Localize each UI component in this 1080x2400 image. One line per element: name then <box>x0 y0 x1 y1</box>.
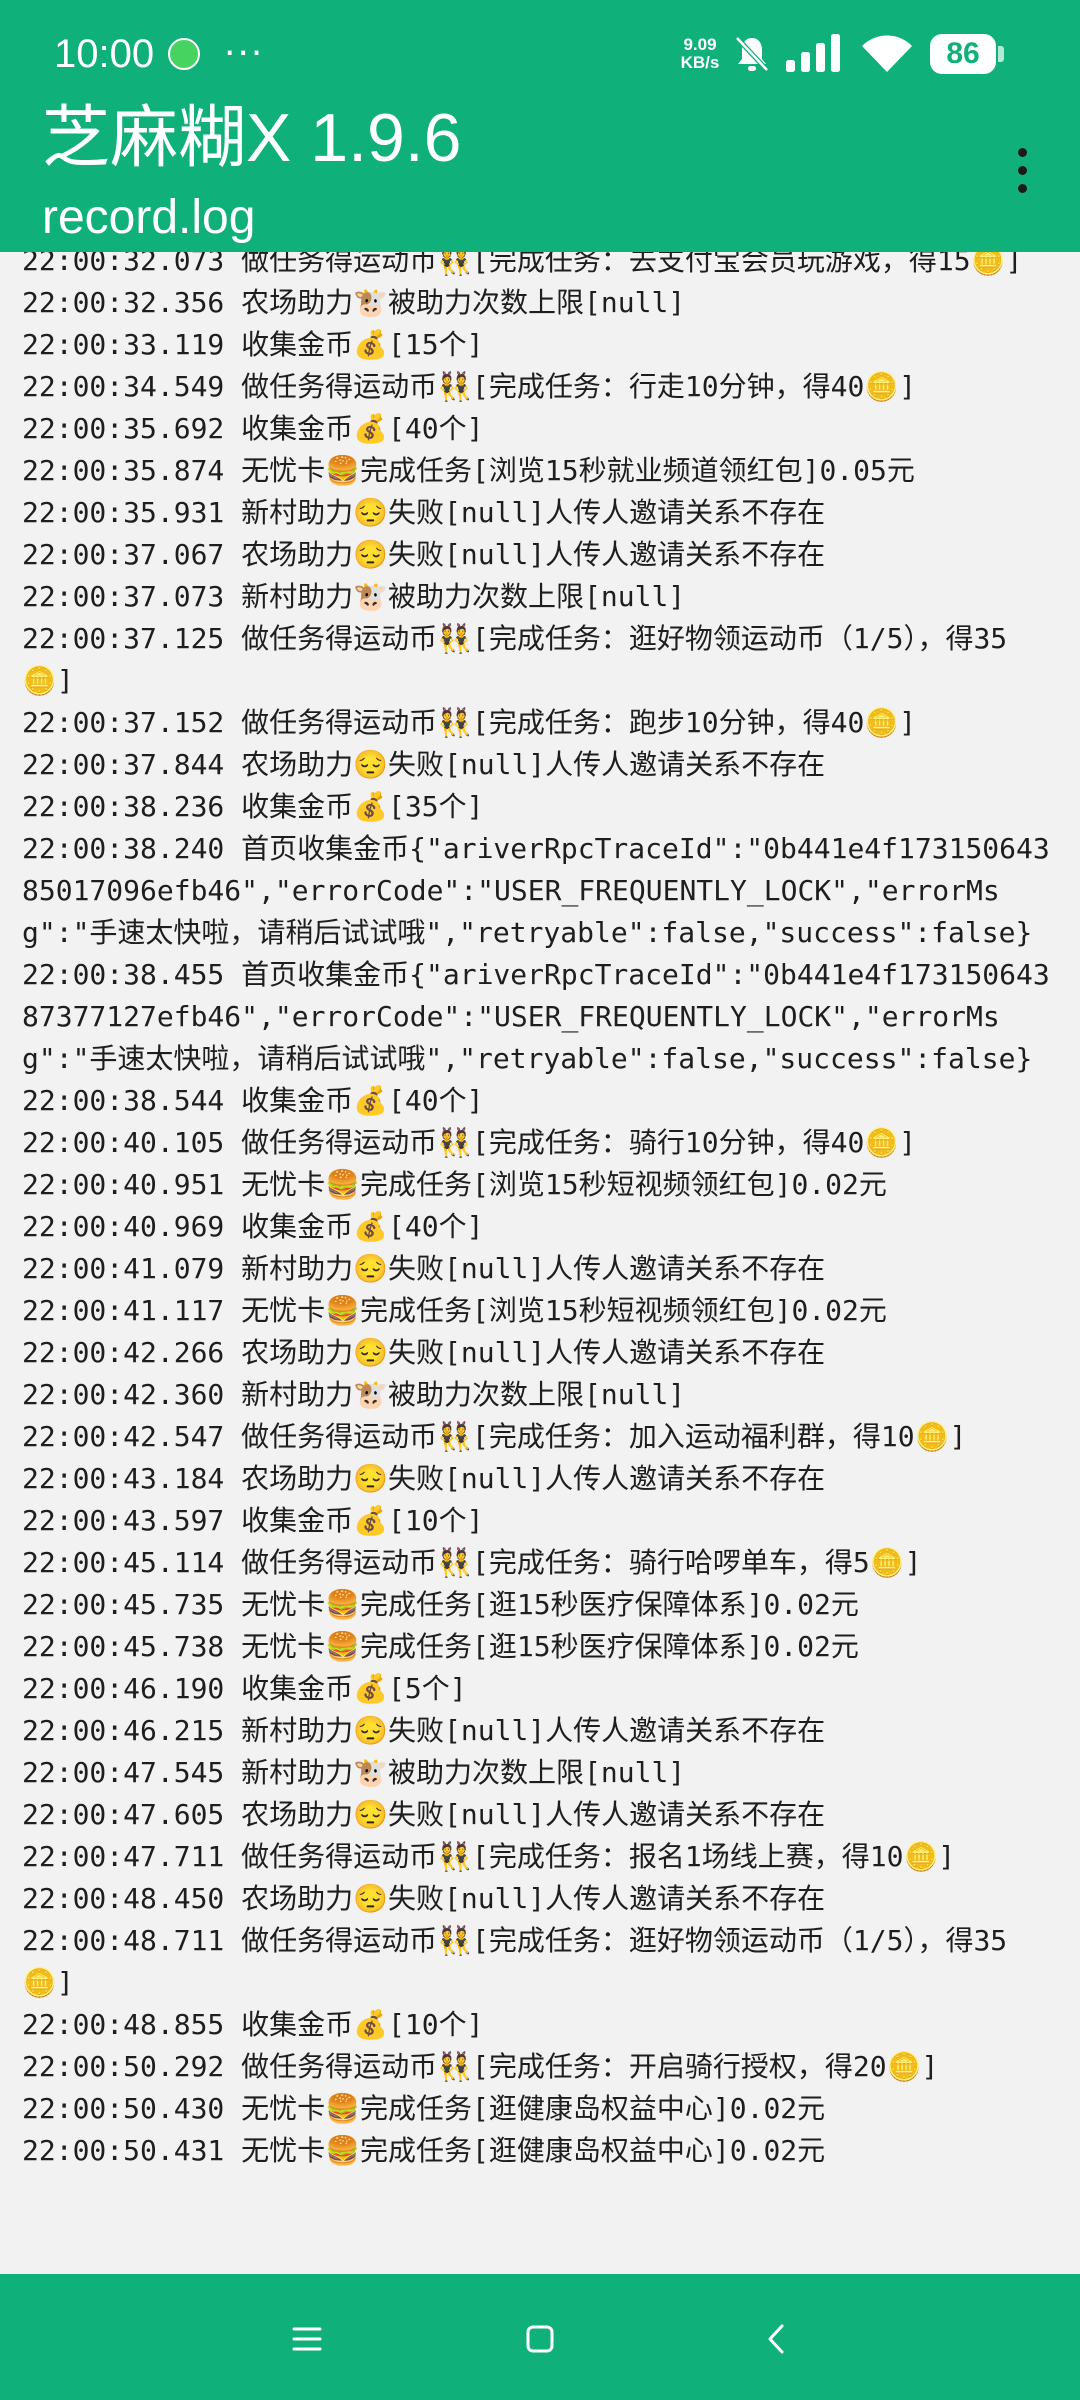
log-line: 22:00:35.931 新村助力😔失败[null]人传人邀请关系不存在 <box>22 496 826 529</box>
log-line: 22:00:47.605 农场助力😔失败[null]人传人邀请关系不存在 <box>22 1798 826 1831</box>
log-line: 22:00:33.119 收集金币💰[15个] <box>22 328 484 361</box>
net-speed-unit: KB/s <box>680 53 720 72</box>
log-line: 22:00:40.951 无忧卡🍔完成任务[浏览15秒短视频领红包]0.02元 <box>22 1168 887 1201</box>
log-line: 22:00:41.079 新村助力😔失败[null]人传人邀请关系不存在 <box>22 1252 826 1285</box>
log-line: 22:00:45.735 无忧卡🍔完成任务[逛15秒医疗保障体系]0.02元 <box>22 1588 859 1621</box>
log-line: 22:00:46.190 收集金币💰[5个] <box>22 1672 467 1705</box>
log-line: 22:00:37.844 农场助力😔失败[null]人传人邀请关系不存在 <box>22 748 826 781</box>
wifi-icon <box>862 35 912 72</box>
more-vert-icon[interactable] <box>1002 142 1042 198</box>
log-line: 22:00:42.266 农场助力😔失败[null]人传人邀请关系不存在 <box>22 1336 826 1369</box>
log-line: 22:00:48.855 收集金币💰[10个] <box>22 2008 484 2041</box>
log-line: 22:00:47.545 新村助力🐮被助力次数上限[null] <box>22 1756 686 1789</box>
net-speed-value: 9.09 <box>683 35 717 54</box>
home-icon[interactable] <box>515 2314 565 2364</box>
menu-dot <box>1018 184 1027 193</box>
signal-icon <box>786 34 840 72</box>
log-line: 22:00:45.738 无忧卡🍔完成任务[逛15秒医疗保障体系]0.02元 <box>22 1630 859 1663</box>
log-line: 22:00:37.152 做任务得运动币👯[完成任务：跑步10分钟，得40🪙] <box>22 706 917 739</box>
log-line: 22:00:46.215 新村助力😔失败[null]人传人邀请关系不存在 <box>22 1714 826 1747</box>
nav-bar <box>0 2274 1080 2400</box>
log-line: 22:00:42.547 做任务得运动币👯[完成任务：加入运动福利群，得10🪙] <box>22 1420 967 1453</box>
menu-dot <box>1018 166 1027 175</box>
battery-tip <box>998 46 1004 62</box>
log-line: 22:00:37.073 新村助力🐮被助力次数上限[null] <box>22 580 686 613</box>
menu-icon[interactable] <box>282 2314 332 2364</box>
net-speed: 9.09 KB/s <box>672 36 728 72</box>
status-time: 10:00 <box>54 32 155 76</box>
message-icon <box>168 38 200 70</box>
status-bar: 10:00 ··· 9.09 KB/s 86 <box>0 0 1080 108</box>
app-bar: 10:00 ··· 9.09 KB/s 86 芝麻糊X 1.9.6 record <box>0 0 1080 252</box>
log-line: 22:00:45.114 做任务得运动币👯[完成任务：骑行哈啰单车，得5🪙] <box>22 1546 922 1579</box>
log-line: 22:00:35.692 收集金币💰[40个] <box>22 412 484 445</box>
log-line: 22:00:48.450 农场助力😔失败[null]人传人邀请关系不存在 <box>22 1882 826 1915</box>
menu-dot <box>1018 148 1027 157</box>
back-icon[interactable] <box>752 2314 802 2364</box>
log-line: 22:00:42.360 新村助力🐮被助力次数上限[null] <box>22 1378 686 1411</box>
log-line: 22:00:47.711 做任务得运动币👯[完成任务：报名1场线上赛，得10🪙] <box>22 1840 956 1873</box>
bell-muted-icon <box>735 36 769 72</box>
page-subtitle: record.log <box>42 191 256 244</box>
log-line: 22:00:32.356 农场助力🐮被助力次数上限[null] <box>22 286 686 319</box>
log-line: 22:00:43.597 收集金币💰[10个] <box>22 1504 484 1537</box>
log-line: 22:00:38.236 收集金币💰[35个] <box>22 790 484 823</box>
log-line: 22:00:50.431 无忧卡🍔完成任务[逛健康岛权益中心]0.02元 <box>22 2134 826 2167</box>
log-line: 22:00:41.117 无忧卡🍔完成任务[浏览15秒短视频领红包]0.02元 <box>22 1294 887 1327</box>
log-text: 22:00:31.960 农场助力😔失败[null]人传人邀请关系不存在 22:… <box>22 226 1058 2172</box>
log-line: 22:00:35.874 无忧卡🍔完成任务[浏览15秒就业频道领红包]0.05元 <box>22 454 915 487</box>
log-view[interactable]: 22:00:31.960 农场助力😔失败[null]人传人邀请关系不存在 22:… <box>0 226 1080 2272</box>
log-line: 22:00:37.125 做任务得运动币👯[完成任务：逛好物领运动币（1/5），… <box>22 622 1008 697</box>
status-more: ··· <box>224 33 265 74</box>
log-line: 22:00:40.969 收集金币💰[40个] <box>22 1210 484 1243</box>
log-line: 22:00:38.455 首页收集金币{"ariverRpcTraceId":"… <box>22 958 1050 1075</box>
log-line: 22:00:38.240 首页收集金币{"ariverRpcTraceId":"… <box>22 832 1050 949</box>
log-line: 22:00:50.292 做任务得运动币👯[完成任务：开启骑行授权，得20🪙] <box>22 2050 939 2083</box>
battery-level: 86 <box>930 34 996 74</box>
log-line: 22:00:50.430 无忧卡🍔完成任务[逛健康岛权益中心]0.02元 <box>22 2092 826 2125</box>
log-line: 22:00:34.549 做任务得运动币👯[完成任务：行走10分钟，得40🪙] <box>22 370 917 403</box>
log-line: 22:00:38.544 收集金币💰[40个] <box>22 1084 484 1117</box>
page-title: 芝麻糊X 1.9.6 <box>42 100 462 176</box>
log-line: 22:00:40.105 做任务得运动币👯[完成任务：骑行10分钟，得40🪙] <box>22 1126 917 1159</box>
log-line: 22:00:43.184 农场助力😔失败[null]人传人邀请关系不存在 <box>22 1462 826 1495</box>
battery-icon: 86 <box>930 34 1004 74</box>
log-line: 22:00:48.711 做任务得运动币👯[完成任务：逛好物领运动币（1/5），… <box>22 1924 1008 1999</box>
log-line: 22:00:37.067 农场助力😔失败[null]人传人邀请关系不存在 <box>22 538 826 571</box>
